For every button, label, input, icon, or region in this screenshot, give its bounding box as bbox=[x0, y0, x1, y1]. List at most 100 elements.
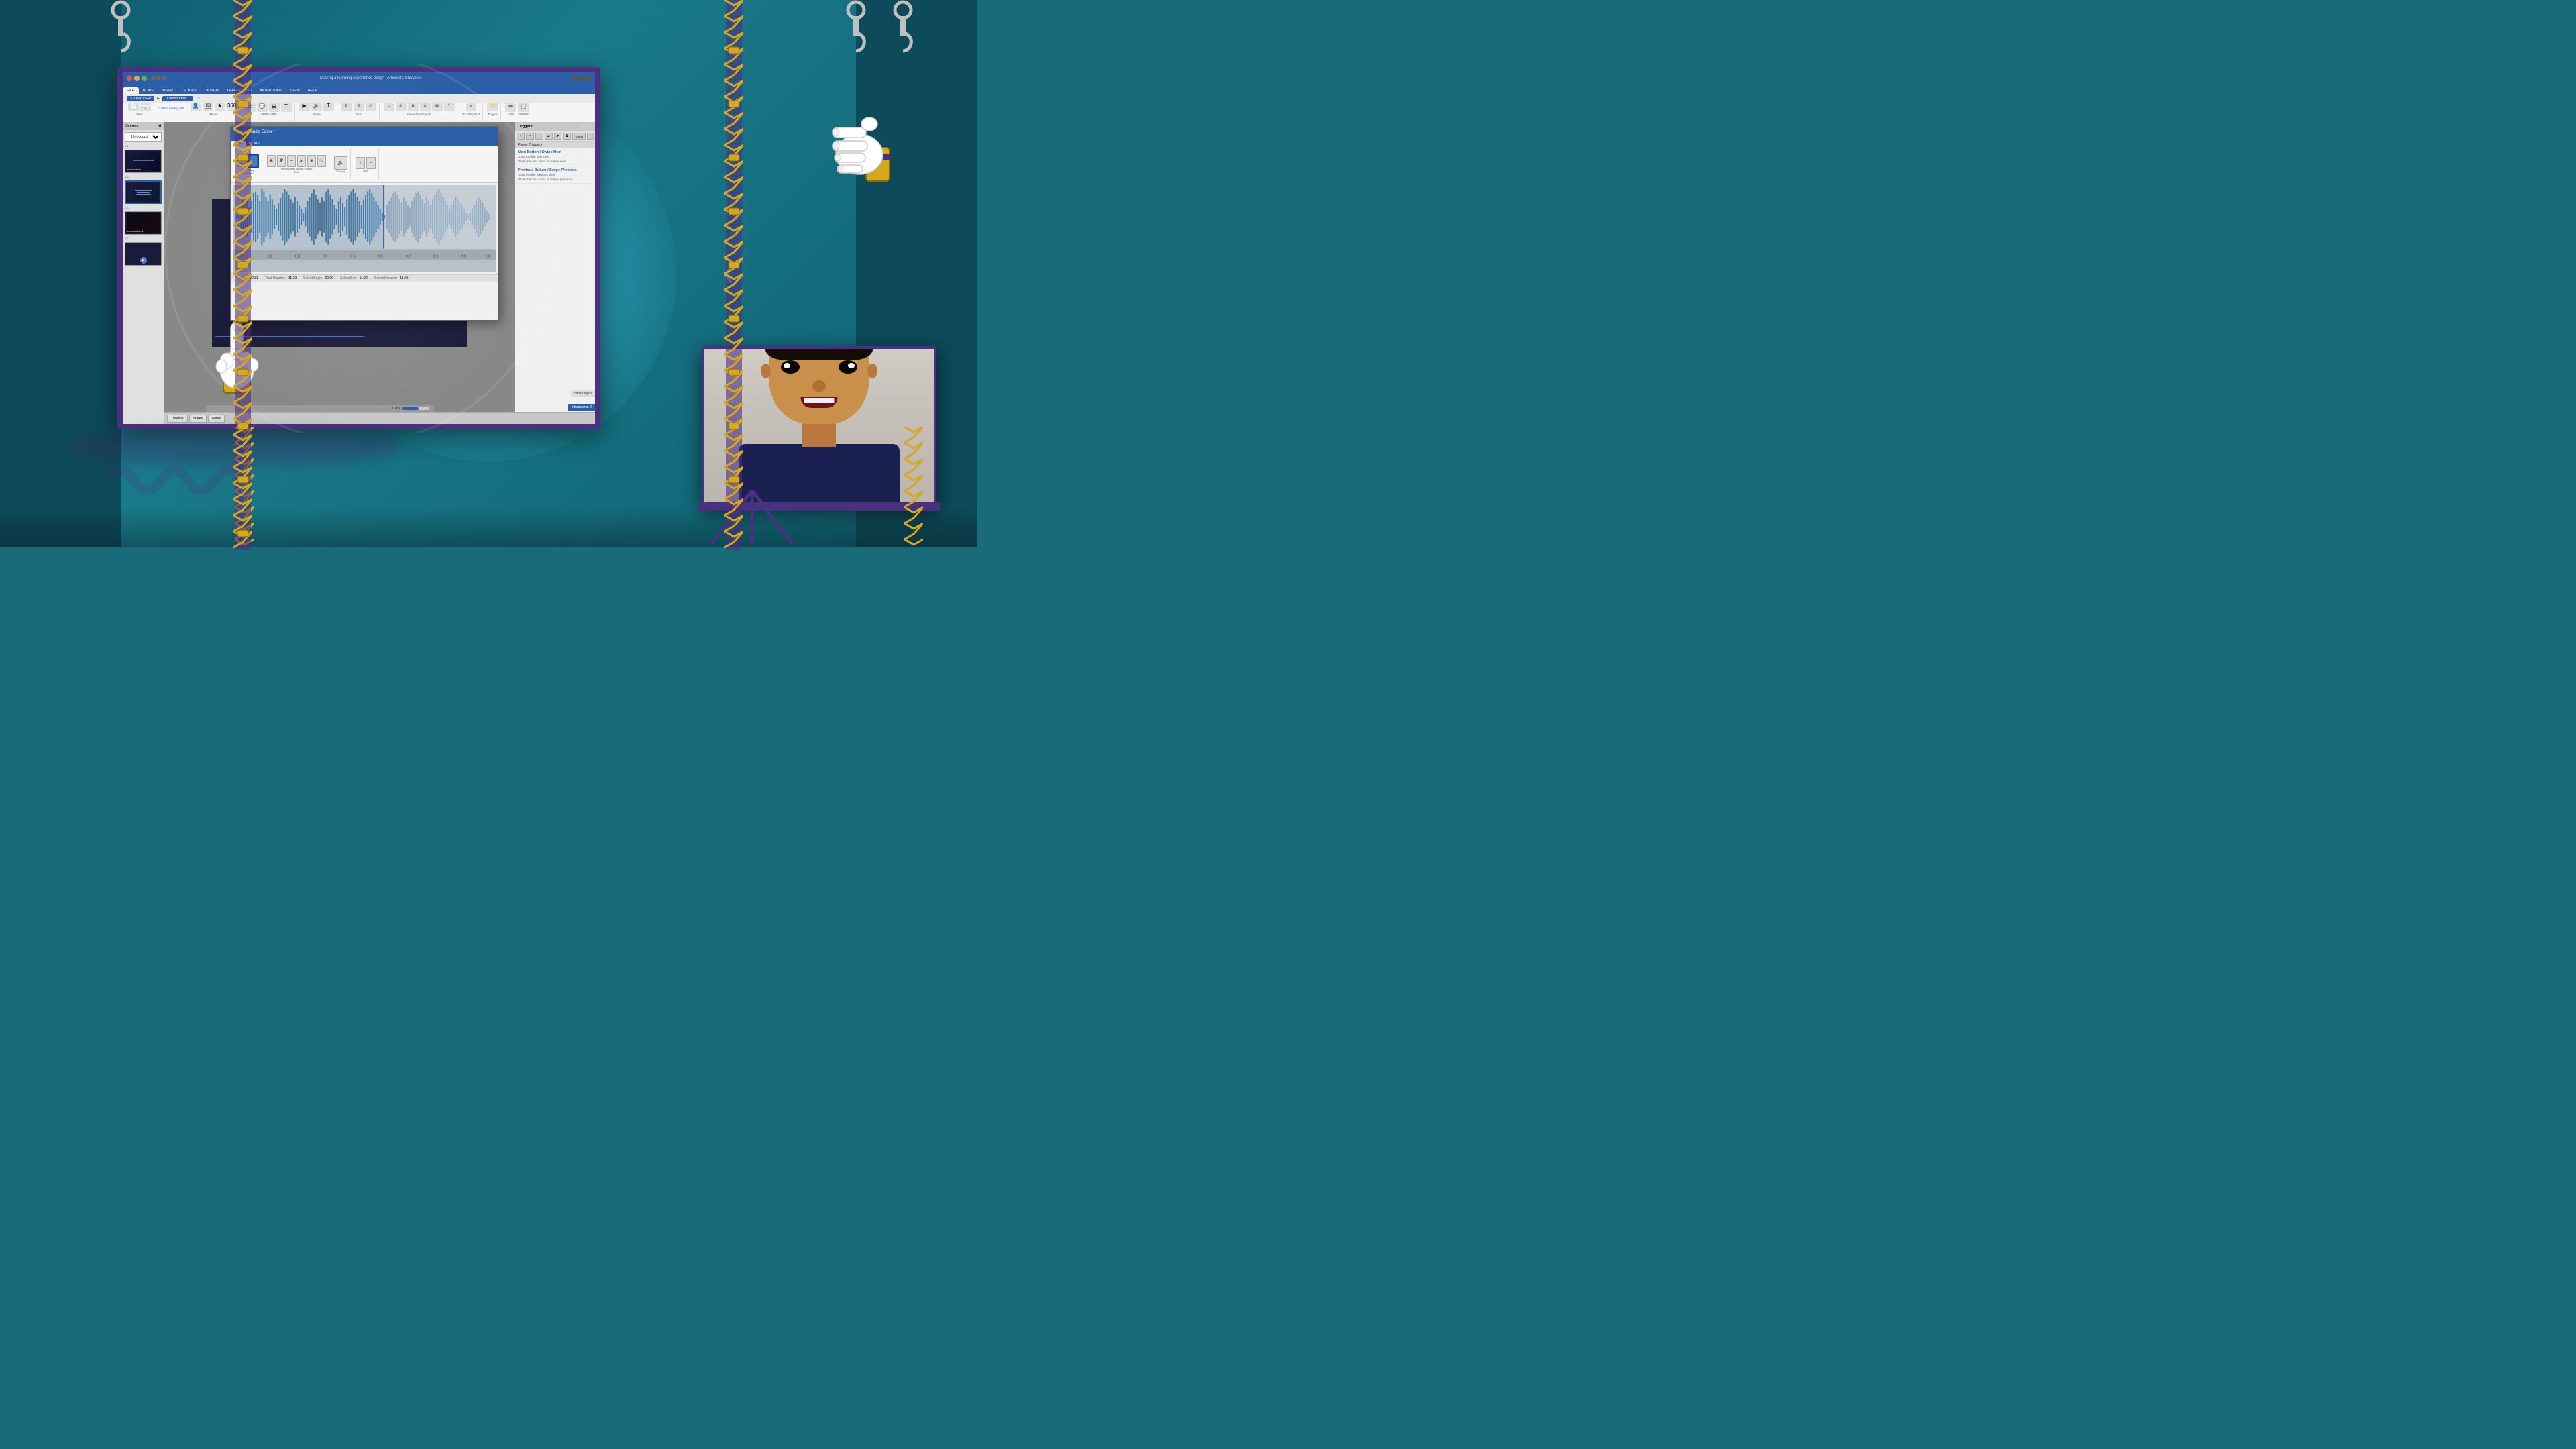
title-bar-buttons bbox=[127, 76, 147, 81]
audio-select-end: Select End 11:20 bbox=[340, 276, 368, 280]
duration-value: 11:20 bbox=[288, 276, 297, 280]
audio-waveform-container: 0:1 0:2 0:3 0:4 0:5 0:6 0:7 0:8 0:9 1:0 bbox=[233, 185, 496, 272]
svg-text:0:4: 0:4 bbox=[323, 254, 327, 258]
svg-text:0:8: 0:8 bbox=[433, 254, 438, 258]
presenter-silhouette bbox=[725, 346, 913, 504]
audio-view-group: + − View bbox=[353, 148, 379, 180]
trigger-down-btn[interactable]: ▼ bbox=[554, 133, 562, 140]
zoom-level: 101% bbox=[392, 407, 400, 411]
tab-home[interactable]: HOME bbox=[139, 87, 158, 94]
audio-select-begin: Select Begin 00:00 bbox=[303, 276, 333, 280]
window-title: Making a learning experience easy* - Art… bbox=[168, 76, 572, 80]
select-begin-value: 00:00 bbox=[325, 276, 334, 280]
left-wave-decor bbox=[107, 453, 241, 507]
show-all-icon[interactable]: ⊞ bbox=[307, 155, 316, 167]
audio-editor: Audio Editor * FILE HOME ✂ ⧉ bbox=[230, 126, 498, 321]
ribbon-tabs: FILE HOME INSERT SLIDES DESIGN TRANSITIO… bbox=[123, 85, 595, 94]
svg-text:0:3: 0:3 bbox=[295, 254, 300, 258]
hand-right bbox=[829, 107, 896, 195]
slide-layers-active[interactable]: Introduction 2 bbox=[568, 404, 595, 411]
audio-editor-title: Audio Editor * bbox=[250, 130, 275, 134]
slide-thumb-1-3[interactable]: Introduction 3 bbox=[125, 211, 162, 235]
maximize-button[interactable] bbox=[142, 76, 147, 81]
minimize-button[interactable] bbox=[134, 76, 140, 81]
trigger-next-action: Jump to slide next slide bbox=[518, 155, 592, 159]
trigger-prev-name: Previous Button / Swipe Previous bbox=[518, 168, 592, 172]
tab-slides[interactable]: SLIDES bbox=[179, 87, 201, 94]
presentation-board: Making a learning experience easy* - Art… bbox=[117, 67, 600, 429]
presenter-face bbox=[769, 346, 869, 424]
slide-1-1-number: 1.1 bbox=[125, 144, 162, 148]
audio-total-duration: Total Duration 11:20 bbox=[265, 276, 297, 280]
svg-text:0:2: 0:2 bbox=[268, 254, 272, 258]
tab-file[interactable]: FILE bbox=[123, 87, 139, 94]
tab-insert[interactable]: INSERT bbox=[158, 87, 179, 94]
select-duration-value: 11:25 bbox=[400, 276, 408, 280]
zoom-selection-icon[interactable]: 🔍 bbox=[317, 155, 326, 167]
view-label: View bbox=[363, 169, 369, 172]
trigger-prev-condition: When the user clicks or swipes previous bbox=[518, 178, 592, 182]
scenes-panel: Scenes ◀ 1 Introduction Sc... 1.1 Introd… bbox=[123, 122, 164, 424]
chain-left-zigzag bbox=[233, 0, 252, 550]
notes-tab[interactable]: Notes bbox=[208, 415, 225, 423]
scenes-title: Scenes bbox=[125, 124, 138, 128]
tab-design[interactable]: DESIGN bbox=[201, 87, 223, 94]
volume-control-icon[interactable]: 🔉 bbox=[334, 156, 347, 170]
tab-animations[interactable]: ANIMATIONS bbox=[256, 87, 286, 94]
trigger-next-condition: When the user clicks or swipes next bbox=[518, 160, 592, 164]
triggers-title: Triggers bbox=[518, 125, 533, 129]
scene-dropdown[interactable]: 1 Introduction Sc... bbox=[125, 132, 162, 142]
trigger-up-btn[interactable]: ▲ bbox=[545, 133, 553, 140]
left-panel-bg bbox=[0, 0, 121, 547]
slide-thumb-1-4[interactable]: ▶ bbox=[125, 242, 162, 266]
triggers-close-btn[interactable] bbox=[587, 124, 592, 129]
trigger-prev-button[interactable]: Previous Button / Swipe Previous Jump to… bbox=[515, 166, 595, 184]
tab-view[interactable]: VIEW bbox=[286, 87, 304, 94]
timeline-tab[interactable]: Timeline bbox=[167, 415, 188, 423]
presenter-neck bbox=[802, 421, 836, 447]
trigger-group-btn[interactable]: Group bbox=[572, 133, 586, 140]
scenes-collapse[interactable]: ◀ bbox=[158, 124, 161, 128]
intro-slide-tab[interactable]: 1 Introduction... bbox=[162, 96, 193, 101]
eye-white-left bbox=[784, 363, 790, 368]
svg-text:1:0: 1:0 bbox=[486, 254, 490, 258]
ribbon-trigger-label: Trigger bbox=[488, 113, 497, 116]
table-label: Table bbox=[270, 112, 277, 115]
bottom-tabs: Timeline States Notes bbox=[164, 412, 595, 424]
scenes-header: Scenes ◀ bbox=[123, 122, 164, 130]
zoom-out-icon[interactable]: − bbox=[366, 157, 376, 169]
trigger-edit-btn[interactable]: ✏ bbox=[526, 133, 534, 140]
volume-label: Volume bbox=[304, 168, 312, 170]
presenter-teeth bbox=[804, 398, 835, 403]
trigger-del-btn[interactable]: − bbox=[535, 133, 543, 140]
eye-white-right bbox=[848, 363, 855, 368]
audio-ribbon: ✂ ⧉ Cut Copy Clipboard bbox=[231, 146, 498, 183]
triggers-min-btn[interactable] bbox=[580, 124, 586, 129]
volume-edit-icon[interactable]: 🔊 bbox=[297, 155, 306, 167]
slide-1-1-label: Introduction bbox=[127, 168, 141, 171]
story-view-button[interactable]: STORY VIEW bbox=[127, 96, 154, 101]
ribbon-slide-label: Slide bbox=[136, 113, 143, 116]
tab-help[interactable]: HELP bbox=[304, 87, 321, 94]
silence-icon[interactable]: — bbox=[287, 155, 296, 167]
import-icon[interactable]: 📥 bbox=[267, 155, 276, 167]
slide-1-3-label: Introduction 3 bbox=[127, 229, 143, 233]
zoom-in-icon[interactable]: + bbox=[356, 157, 365, 169]
trigger-add-btn[interactable]: + bbox=[517, 133, 525, 140]
slide-thumb-1-2[interactable] bbox=[125, 180, 162, 204]
content-library-label: Content Library 360 bbox=[156, 107, 186, 110]
states-tab[interactable]: States bbox=[189, 415, 207, 423]
waveform-svg: 0:1 0:2 0:3 0:4 0:5 0:6 0:7 0:8 0:9 1:0 bbox=[233, 185, 496, 272]
audio-editor-tabs: FILE HOME bbox=[231, 138, 498, 146]
zoom-icon[interactable]: Z bbox=[140, 106, 151, 111]
trigger-settings-btn[interactable] bbox=[587, 133, 594, 140]
edit-label: Edit bbox=[294, 170, 299, 174]
trigger-next-button[interactable]: Next Button / Swipe Next Jump to slide n… bbox=[515, 148, 595, 166]
audio-edit-group: 📥 🗑 — 🔊 ⊞ 🔍 Import Delete Silence Volume… bbox=[264, 148, 329, 180]
svg-text:0:5: 0:5 bbox=[350, 254, 355, 258]
slide-thumb-1-1[interactable]: Introduction bbox=[125, 150, 162, 173]
trigger-copy-btn[interactable]: ⧉ bbox=[563, 133, 571, 140]
bottom-shadow bbox=[0, 507, 977, 547]
delete-icon[interactable]: 🗑 bbox=[277, 155, 286, 167]
close-button[interactable] bbox=[127, 76, 132, 81]
